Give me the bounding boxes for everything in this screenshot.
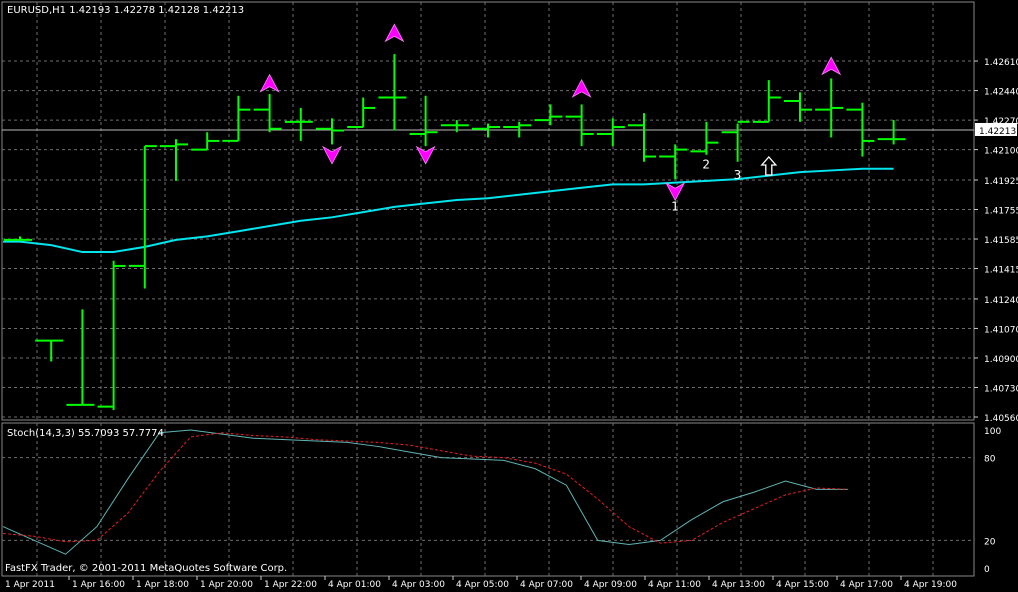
annotation-label: 2	[702, 158, 710, 172]
stoch-signal-line	[2, 432, 849, 544]
x-tick-label: 4 Apr 19:00	[904, 580, 957, 590]
stoch-tick-label: 20	[984, 537, 996, 547]
price-tick-label: 1.40730	[984, 384, 1018, 394]
up-arrow-icon	[384, 23, 405, 43]
price-tick-label: 1.42440	[984, 88, 1018, 98]
x-tick-label: 4 Apr 17:00	[840, 580, 893, 590]
stoch-tick-label: 0	[984, 565, 990, 575]
up-arrow-icon	[821, 56, 842, 76]
stochastic-title: Stoch(14,3,3) 55.7093 57.7774	[7, 428, 164, 439]
x-tick-label: 4 Apr 09:00	[584, 580, 637, 590]
x-tick-label: 4 Apr 05:00	[456, 580, 509, 590]
down-arrow-icon	[665, 182, 686, 202]
price-tick-label: 1.41415	[984, 266, 1018, 276]
annotation-label: 3	[734, 168, 742, 182]
grid-layer	[1, 1, 975, 577]
annotation-label: 1	[671, 199, 679, 213]
stoch-main-line	[2, 429, 849, 555]
ohlc-bars-layer	[4, 54, 906, 411]
price-tick-label: 1.40900	[984, 355, 1018, 365]
price-tick-label: 1.42610	[984, 58, 1018, 68]
x-tick-label: 1 Apr 16:00	[72, 580, 125, 590]
moving-average-line	[3, 167, 894, 254]
price-tick-label: 1.41755	[984, 207, 1018, 217]
footer-copyright: FastFX Trader, © 2001-2011 MetaQuotes So…	[5, 563, 287, 574]
x-tick-label: 4 Apr 01:00	[328, 580, 381, 590]
x-tick-label: 4 Apr 13:00	[712, 580, 765, 590]
moving-average-layer	[3, 167, 894, 254]
down-arrow-icon	[415, 145, 436, 165]
up-arrow-icon	[571, 78, 592, 98]
price-tick-label: 1.41240	[984, 296, 1018, 306]
stoch-tick-label: 100	[984, 427, 1001, 437]
price-tick-label: 1.42100	[984, 147, 1018, 157]
x-tick-label: 4 Apr 15:00	[776, 580, 829, 590]
price-tick-label: 1.40560	[984, 414, 1018, 424]
price-tick-label: 1.41070	[984, 325, 1018, 335]
x-tick-label: 1 Apr 2011	[5, 580, 55, 590]
current-price-label: 1.42213	[979, 127, 1016, 137]
x-tick-label: 1 Apr 22:00	[264, 580, 317, 590]
x-tick-label: 4 Apr 03:00	[392, 580, 445, 590]
axis-layer: 1.426101.424401.422701.421001.419251.417…	[5, 58, 1018, 590]
main-chart-title: EURUSD,H1 1.42193 1.42278 1.42128 1.4221…	[7, 5, 244, 16]
price-tick-label: 1.41585	[984, 236, 1018, 246]
up-arrow-icon	[259, 73, 280, 93]
x-tick-label: 4 Apr 11:00	[648, 580, 701, 590]
x-tick-label: 4 Apr 07:00	[520, 580, 573, 590]
price-tick-label: 1.41925	[984, 177, 1018, 187]
stoch-tick-label: 80	[984, 455, 996, 465]
stoch-frame	[1, 422, 975, 577]
x-tick-label: 1 Apr 18:00	[136, 580, 189, 590]
chart-root: 123 1.426101.424401.422701.421001.419251…	[1, 1, 1018, 590]
x-tick-label: 1 Apr 20:00	[200, 580, 253, 590]
stochastic-layer	[2, 429, 974, 555]
outline-up-arrow-icon	[760, 155, 778, 176]
